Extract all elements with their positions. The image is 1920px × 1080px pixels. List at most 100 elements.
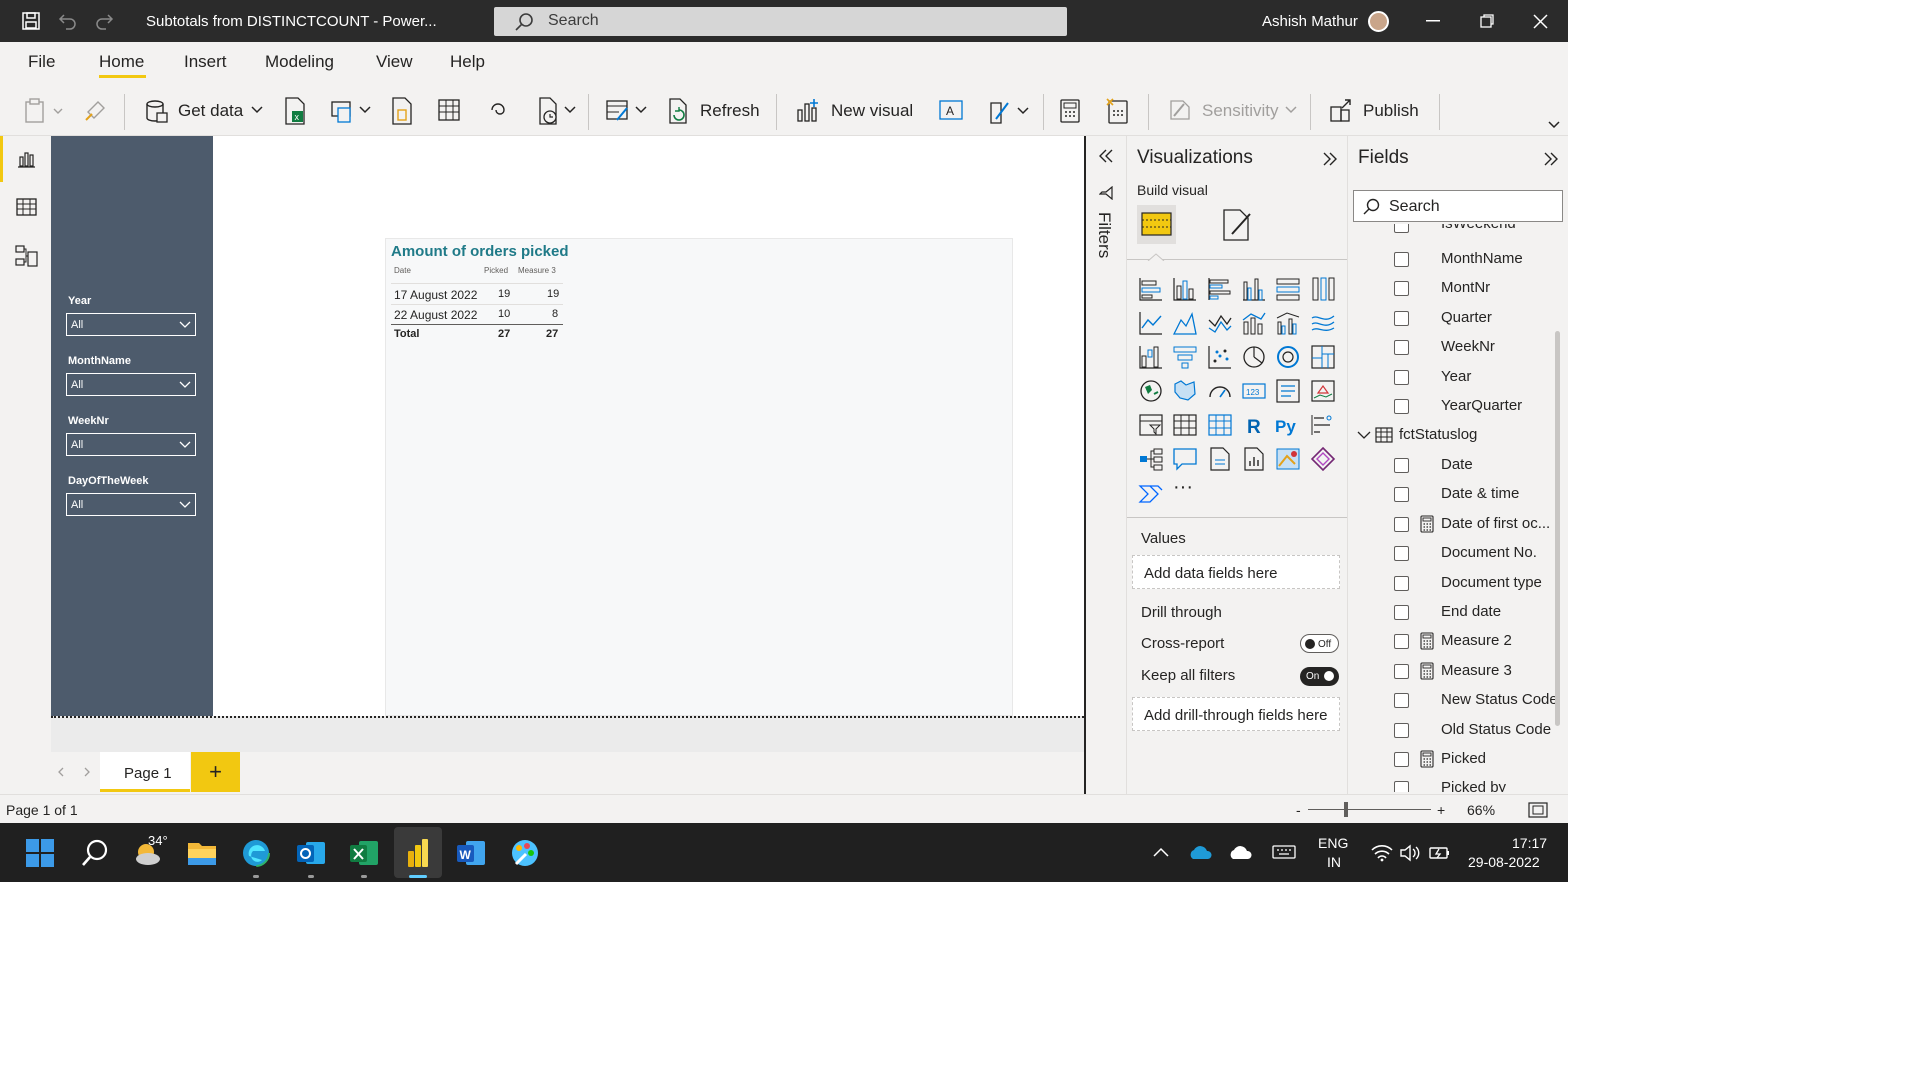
field-checkbox[interactable] [1394,693,1409,709]
save-icon[interactable] [22,12,40,30]
field-checkbox[interactable] [1394,399,1409,414]
field-checkbox[interactable] [1394,370,1409,385]
clustered-bar-chart-icon[interactable] [1207,276,1233,302]
azure-map-icon[interactable] [1275,446,1301,472]
stacked-column-chart-icon[interactable] [1172,276,1198,302]
field-row[interactable]: Picked [1348,745,1553,773]
field-row[interactable]: Year [1348,363,1553,391]
field-checkbox[interactable] [1394,340,1409,355]
field-row[interactable]: Quarter [1348,304,1553,332]
field-row[interactable]: Date [1348,451,1553,479]
transform-data-icon[interactable] [605,98,649,124]
filters-pane-collapsed[interactable]: Filters [1084,136,1126,794]
ribbon-chart-icon[interactable] [1310,310,1336,336]
zoom-out-button[interactable]: - [1296,802,1301,818]
word-icon[interactable]: W [456,838,486,868]
field-checkbox[interactable] [1394,281,1409,296]
field-row[interactable]: MonthName [1348,245,1553,273]
zoom-level[interactable]: 66% [1467,802,1495,818]
more-visuals-button[interactable]: ··· [1173,476,1193,499]
pie-chart-icon[interactable] [1241,344,1267,370]
line-clustered-column-icon[interactable] [1275,310,1301,336]
line-chart-icon[interactable] [1138,310,1164,336]
field-checkbox[interactable] [1394,663,1409,679]
chevron-down-icon[interactable] [1357,431,1371,440]
build-visual-tab[interactable] [1137,205,1176,244]
field-row[interactable]: WeekNr [1348,333,1553,361]
chevron-down-icon[interactable] [250,105,264,115]
tab-view[interactable]: View [376,52,413,72]
avatar[interactable] [1368,11,1389,32]
collapse-left-icon[interactable] [1098,149,1114,163]
field-row[interactable]: Measure 3 [1348,657,1553,685]
zoom-slider-track[interactable] [1308,809,1431,810]
keyboard-icon[interactable] [1272,844,1296,860]
column-header-measure3[interactable]: Measure 3 [518,266,556,275]
database-icon[interactable] [144,98,170,124]
publish-button[interactable]: Publish [1363,101,1419,121]
field-row[interactable]: Date of first oc... [1348,510,1553,538]
tab-file[interactable]: File [28,52,55,72]
multi-row-card-icon[interactable] [1275,378,1301,404]
slicer-icon[interactable] [1138,412,1164,438]
clustered-column-chart-icon[interactable] [1241,276,1267,302]
scroll-left-icon[interactable] [57,767,65,777]
collapse-right-icon[interactable] [1322,152,1338,166]
cross-report-toggle[interactable]: Off [1300,634,1339,653]
collapse-right-icon[interactable] [1543,152,1559,166]
python-visual-icon[interactable]: Py [1275,412,1301,438]
tab-help[interactable]: Help [450,52,485,72]
volume-icon[interactable] [1399,844,1421,862]
power-bi-icon[interactable] [403,838,433,868]
key-influencers-icon[interactable] [1310,412,1336,438]
decomposition-tree-icon[interactable] [1138,446,1164,472]
slicer-dropdown-year[interactable]: All [66,313,196,336]
100-stacked-column-icon[interactable] [1310,276,1336,302]
field-checkbox[interactable] [1394,781,1409,792]
field-checkbox[interactable] [1394,487,1409,503]
fields-search-input[interactable]: Search [1353,190,1563,222]
values-well[interactable]: Add data fields here [1132,555,1340,589]
slicer-dropdown-dayoftheweek[interactable]: All [66,493,196,516]
line-stacked-column-icon[interactable] [1241,310,1267,336]
onedrive-personal-icon[interactable] [1228,844,1252,860]
title-search-box[interactable]: Search [494,7,1067,36]
chevron-up-icon[interactable] [1153,847,1169,857]
model-view-icon[interactable] [15,244,38,268]
smart-narrative-icon[interactable] [1207,446,1233,472]
field-checkbox[interactable] [1394,516,1409,532]
field-checkbox[interactable] [1394,752,1409,767]
tab-home[interactable]: Home [99,52,144,72]
redo-icon[interactable] [94,12,114,30]
field-checkbox[interactable] [1394,546,1409,562]
zoom-slider-thumb[interactable] [1344,802,1348,817]
donut-chart-icon[interactable] [1275,344,1301,370]
paginated-report-icon[interactable] [1241,446,1267,472]
column-header-date[interactable]: Date [394,266,411,275]
format-visual-icon[interactable] [1222,208,1254,242]
qa-icon[interactable] [1172,446,1198,472]
filled-map-icon[interactable] [1172,378,1198,404]
table-view-icon[interactable] [16,197,37,217]
edge-icon[interactable] [241,838,271,868]
paint-icon[interactable] [510,838,540,868]
drill-through-well[interactable]: Add drill-through fields here [1132,697,1340,731]
battery-icon[interactable] [1429,844,1451,862]
scroll-right-icon[interactable] [83,767,91,777]
publish-icon[interactable] [1328,98,1354,124]
field-checkbox[interactable] [1394,575,1409,591]
table-visual[interactable]: Amount of orders picked Date Picked Meas… [385,238,1013,716]
tab-insert[interactable]: Insert [184,52,227,72]
field-row[interactable]: YearQuarter [1348,392,1553,420]
kpi-icon[interactable] [1310,378,1336,404]
field-row[interactable]: Measure 2 [1348,627,1553,655]
undo-icon[interactable] [58,12,78,30]
tab-modeling[interactable]: Modeling [265,52,334,72]
slicer-dropdown-weeknr[interactable]: All [66,433,196,456]
field-checkbox[interactable] [1394,252,1409,267]
treemap-icon[interactable] [1310,344,1336,370]
new-visual-icon[interactable] [795,98,821,124]
page-tab[interactable]: Page 1 [100,752,190,792]
dataverse-swirl-icon[interactable] [486,98,512,122]
field-row[interactable]: MontNr [1348,274,1553,302]
